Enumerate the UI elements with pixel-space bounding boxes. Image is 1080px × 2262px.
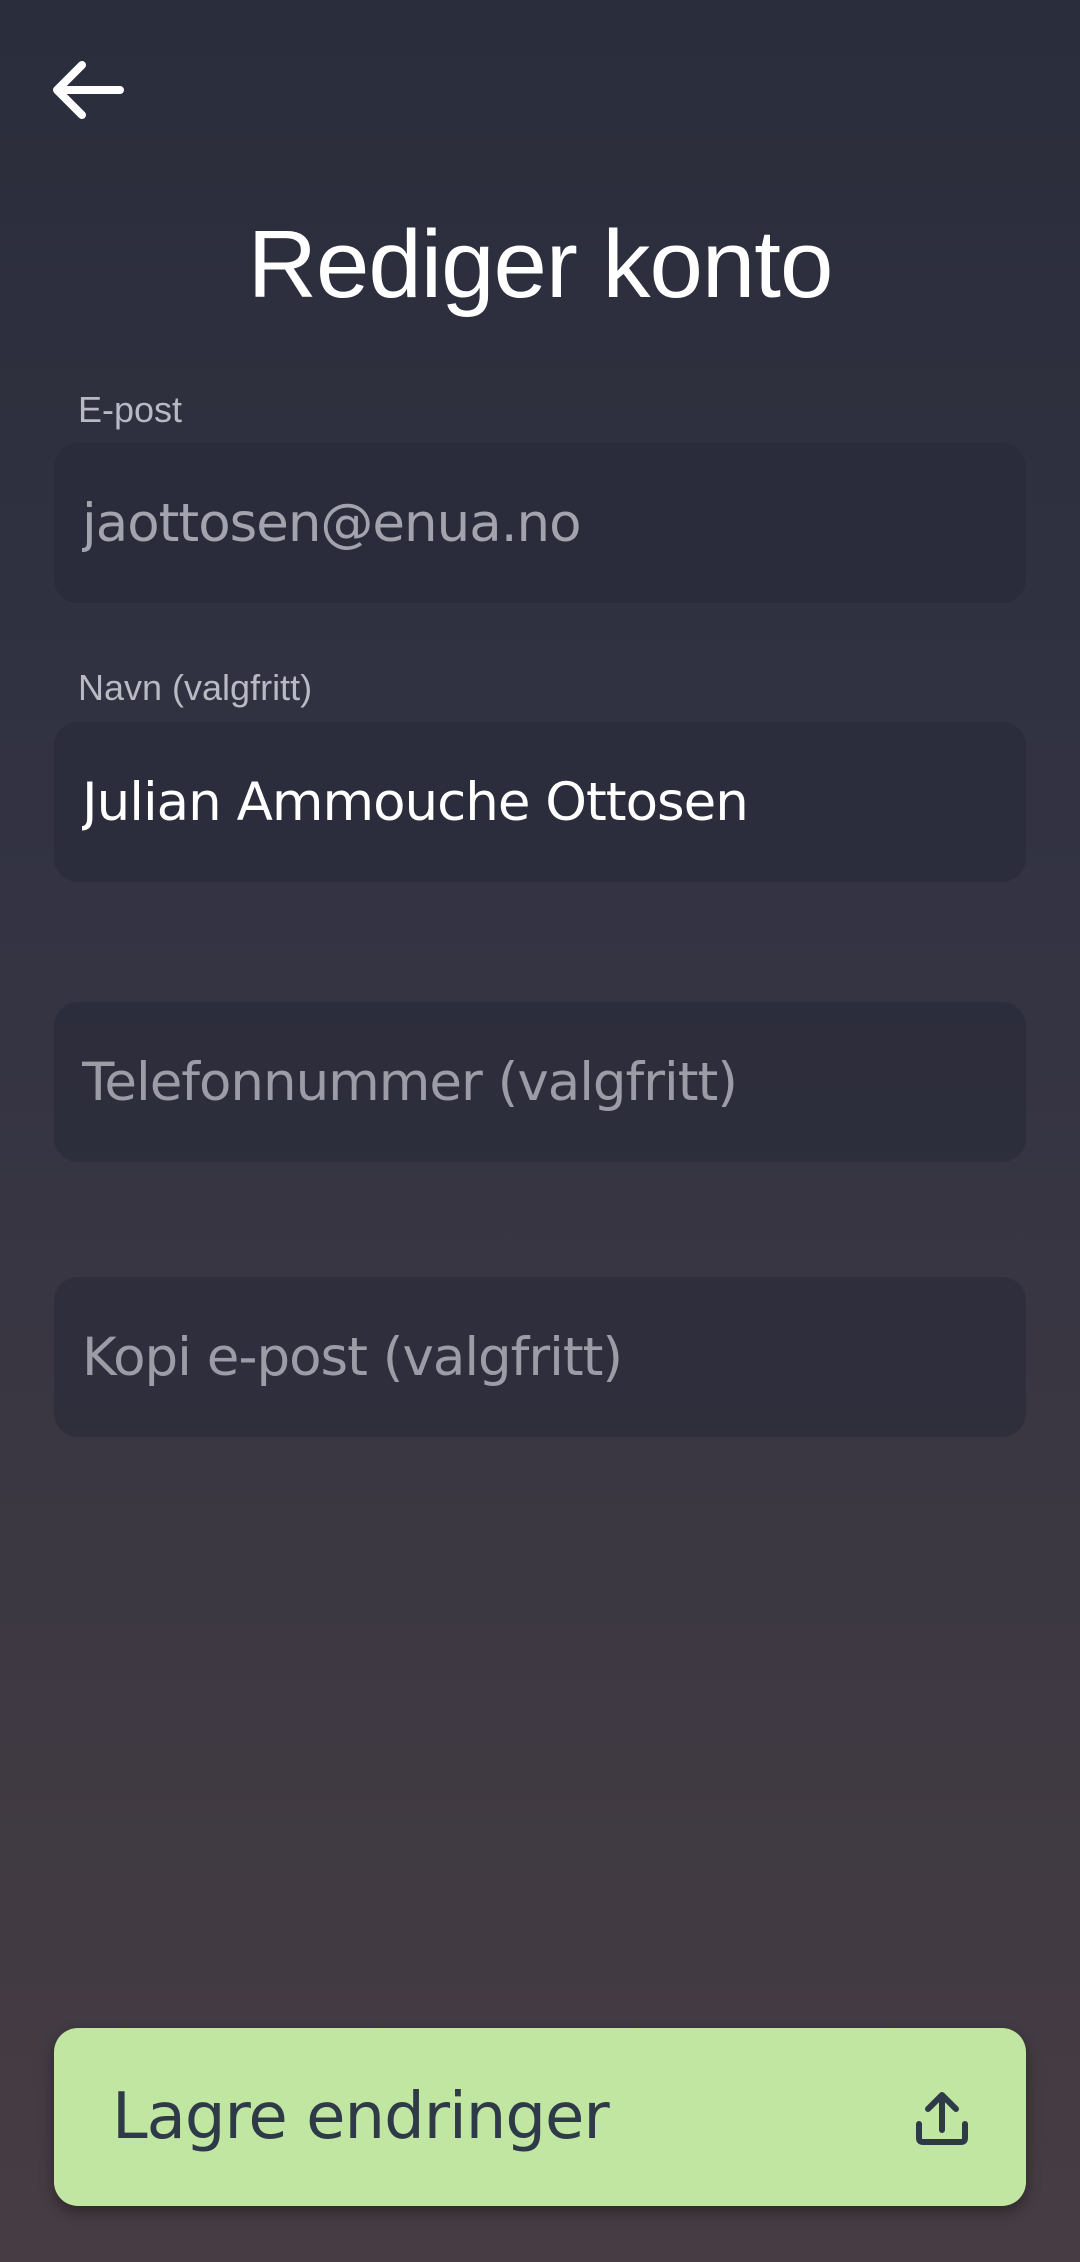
email-field[interactable]	[54, 443, 1026, 603]
name-field[interactable]	[54, 722, 1026, 882]
name-label: Navn (valgfritt)	[78, 667, 313, 708]
page-title: Rediger konto	[247, 211, 834, 318]
arrow-left-icon	[53, 61, 124, 119]
phone-input[interactable]	[82, 1002, 998, 1162]
copy-email-field[interactable]	[54, 1277, 1026, 1437]
phone-field[interactable]	[54, 1002, 1026, 1162]
save-changes-button[interactable]: Lagre endringer	[54, 2028, 1026, 2206]
name-input[interactable]	[82, 722, 998, 882]
back-button[interactable]	[36, 45, 136, 135]
email-label: E-post	[78, 389, 183, 430]
email-input[interactable]	[82, 443, 998, 603]
copy-email-input[interactable]	[82, 1277, 998, 1437]
upload-icon	[916, 2092, 968, 2145]
save-button-label: Lagre endringer	[112, 2080, 610, 2154]
edit-account-screen: Rediger konto E-post Navn (valgfritt) La…	[0, 0, 1080, 2262]
